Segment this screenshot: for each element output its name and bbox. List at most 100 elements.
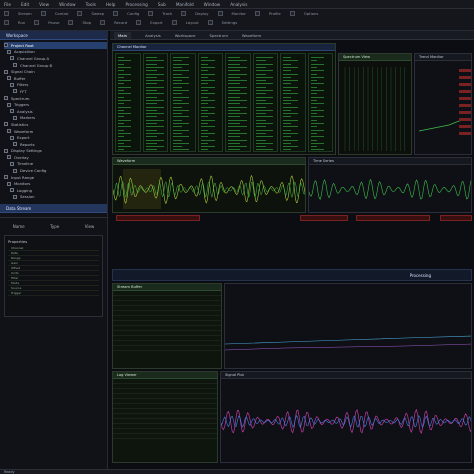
toolbar-icon[interactable] <box>136 20 142 25</box>
toolbar-icon[interactable] <box>207 20 213 25</box>
tree-item[interactable]: Project Root <box>4 42 107 49</box>
toolbar-icon[interactable] <box>289 11 295 16</box>
tab-4[interactable]: Waveform <box>242 33 261 38</box>
sidebar: Workspace Project Root Acquisition Channel… <box>0 31 108 469</box>
toolbar-icon[interactable] <box>68 20 74 25</box>
menu-item-8[interactable]: Manifold <box>176 2 194 7</box>
alert-bar-4[interactable] <box>440 215 472 221</box>
channel-trace <box>173 139 182 141</box>
tree-item[interactable]: Statistics <box>4 121 107 128</box>
tab-1[interactable]: Analysis <box>145 33 161 38</box>
tree-item[interactable]: Channel Group A <box>4 55 107 62</box>
menu-item-1[interactable]: Edit <box>21 2 29 7</box>
tree-item[interactable]: Device Config <box>4 167 107 174</box>
menu-item-5[interactable]: Help <box>106 2 116 7</box>
channel-trace <box>118 136 124 138</box>
list-item[interactable] <box>113 434 217 439</box>
channel-trace <box>255 139 266 141</box>
channel-trace <box>228 90 240 91</box>
tree-item[interactable]: Triggers <box>4 101 107 108</box>
tab-3[interactable]: Spectrum <box>210 33 228 38</box>
channel-trace <box>118 113 131 115</box>
tree-item[interactable]: Filters <box>4 82 107 89</box>
toolbar-button-0[interactable]: Stream <box>18 11 32 16</box>
channel-trace <box>200 99 215 101</box>
tree-item[interactable]: Export <box>4 134 107 141</box>
toolbar-button-6[interactable]: Settings <box>222 20 238 25</box>
tree-item[interactable]: Analysis <box>4 108 107 115</box>
tree-item[interactable]: Monitors <box>4 180 107 187</box>
channel-trace <box>118 60 131 62</box>
tree-item[interactable]: Reports <box>4 141 107 148</box>
toolbar-icon[interactable] <box>148 11 154 16</box>
tree-item-label: Input Range <box>11 174 35 180</box>
tree-item[interactable]: Logging <box>4 187 107 194</box>
tree-item-label: Logging <box>17 187 33 193</box>
toolbar-button-0[interactable]: Run <box>18 20 25 25</box>
toolbar-button-4[interactable]: Export <box>150 20 162 25</box>
toolbar-button-2[interactable]: Stop <box>82 20 91 25</box>
tree-item[interactable]: Signal Chain <box>4 68 107 75</box>
toolbar-button-1[interactable]: Pause <box>48 20 59 25</box>
sidebar-selected-header[interactable]: Data Stream <box>0 204 107 214</box>
toolbar-icon[interactable] <box>100 20 106 25</box>
tree-item[interactable]: Buffer <box>4 75 107 82</box>
toolbar-icon[interactable] <box>4 11 9 16</box>
toolbar-button-5[interactable]: Layout <box>186 20 199 25</box>
toolbar-icon[interactable] <box>4 20 9 25</box>
menu-item-2[interactable]: View <box>39 2 49 7</box>
channel-trace <box>200 83 208 85</box>
sidebar-header[interactable]: Workspace <box>0 31 107 40</box>
menu-item-9[interactable]: Window <box>204 2 221 7</box>
toolbar-button-7[interactable]: Profile <box>269 11 281 16</box>
tab-2[interactable]: Workspace <box>175 33 196 38</box>
alert-bar-3[interactable] <box>356 215 430 221</box>
toolbar-icon[interactable] <box>113 11 119 16</box>
alert-bar-2[interactable] <box>300 215 348 221</box>
tab-0[interactable]: Main <box>114 31 132 39</box>
toolbar-button-6[interactable]: Monitor <box>232 11 246 16</box>
channel-trace <box>310 123 324 124</box>
tree-item[interactable]: Input Range <box>4 174 107 181</box>
menu-item-3[interactable]: Window <box>59 2 76 7</box>
channel-trace <box>145 66 164 68</box>
tree-item[interactable]: Display Settings <box>4 148 107 155</box>
toolbar-button-8[interactable]: Options <box>304 11 319 16</box>
channel-trace <box>228 86 247 88</box>
tree-item[interactable]: FFT <box>4 88 107 95</box>
menu-item-6[interactable]: Processing <box>125 2 147 7</box>
tree-item[interactable]: Spectrum <box>4 95 107 102</box>
toolbar-icon[interactable] <box>77 11 83 16</box>
toolbar-button-4[interactable]: Track <box>162 11 172 16</box>
tree-item[interactable]: Markers <box>4 115 107 122</box>
menu-item-4[interactable]: Tools <box>86 2 96 7</box>
toolbar-icon[interactable] <box>34 20 40 25</box>
toolbar-icon[interactable] <box>217 11 223 16</box>
toolbar-icon[interactable] <box>40 11 46 16</box>
property-row[interactable]: Trigger <box>8 291 99 297</box>
tree-item[interactable]: Session <box>4 194 107 201</box>
toolbar-button-3[interactable]: Record <box>114 20 127 25</box>
folder-icon <box>10 109 14 114</box>
toolbar-button-2[interactable]: Sweep <box>91 11 104 16</box>
channel-trace <box>200 109 208 111</box>
toolbar-button-1[interactable]: Control <box>55 11 69 16</box>
menu-item-7[interactable]: Sub <box>158 2 166 7</box>
toolbar-icon[interactable] <box>171 20 177 25</box>
toolbar-button-3[interactable]: Config <box>127 11 139 16</box>
channel-trace <box>118 126 131 128</box>
toolbar-button-5[interactable]: Deploy <box>195 11 208 16</box>
tree-item[interactable]: Acquisition <box>4 49 107 56</box>
menu-item-0[interactable]: File <box>4 2 11 7</box>
channel-trace <box>118 73 131 75</box>
toolbar-icon[interactable] <box>181 11 187 16</box>
tree-item[interactable]: Waveform <box>4 128 107 135</box>
alert-bar-1[interactable] <box>116 215 200 221</box>
list-item[interactable] <box>113 346 221 351</box>
tree-item[interactable]: Channel Group B <box>4 62 107 69</box>
menu-item-10[interactable]: Analysis <box>230 2 247 7</box>
tree-item-label: Channel Group B <box>20 62 53 68</box>
toolbar-icon[interactable] <box>254 11 260 16</box>
tree-item[interactable]: Overlay <box>4 154 107 161</box>
tree-item[interactable]: Timeline <box>4 161 107 168</box>
